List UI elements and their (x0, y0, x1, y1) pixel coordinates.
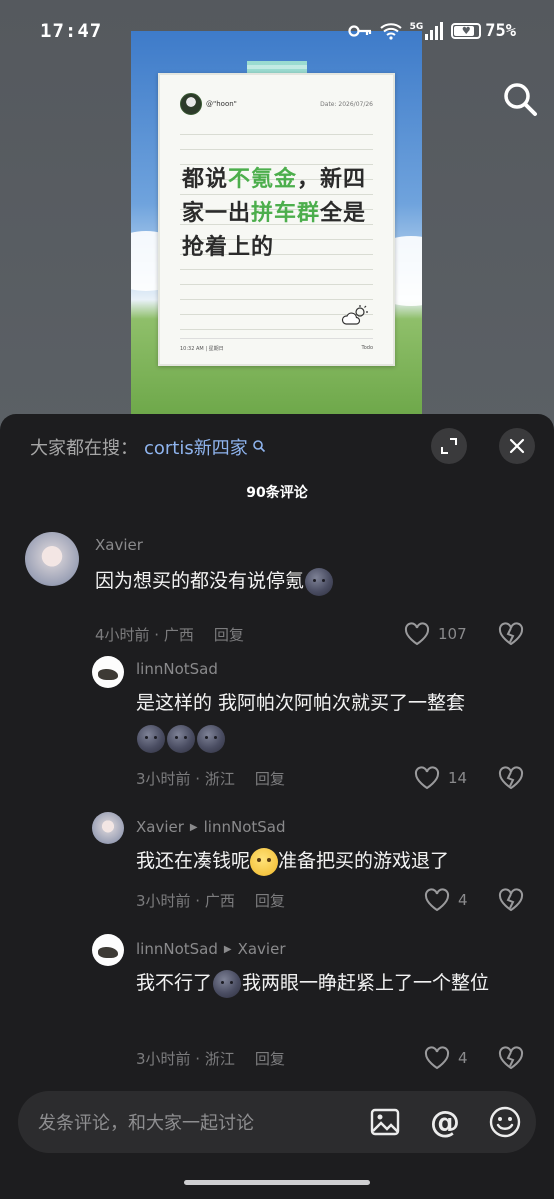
comment-author[interactable]: Xavier (95, 536, 143, 554)
crying-emoji-icon (250, 847, 279, 876)
avatar[interactable] (92, 812, 124, 844)
like-count: 4 (458, 891, 468, 909)
comment-input[interactable]: 发条评论，和大家一起讨论 (38, 1109, 342, 1135)
note-footer-left: 10:32 AM | 星期日 (180, 346, 224, 352)
note-text-part: 都说 (182, 167, 229, 192)
heart-icon (424, 1046, 450, 1070)
note-avatar (180, 93, 202, 115)
reply-button[interactable]: 回复 (214, 624, 244, 645)
comment-item: Xavier 因为想买的都没有说停氪 4小时前 · 广西 回复 107 (0, 528, 554, 646)
comment-time-location: 3小时前 · 广西 (136, 892, 235, 910)
expand-button[interactable] (431, 428, 467, 464)
broken-heart-icon (498, 766, 524, 790)
avatar[interactable] (92, 934, 124, 966)
avatar[interactable] (25, 532, 79, 586)
emoji-icon[interactable] (488, 1105, 522, 1139)
reply-button[interactable]: 回复 (255, 1048, 285, 1069)
reply-arrow-icon: ▶ (223, 943, 232, 955)
moon-emoji-icon (137, 724, 165, 753)
battery-icon: ♥ 75% (451, 21, 516, 41)
note-date: Date: 2026/07/26 (320, 100, 373, 108)
battery-percent: 75% (485, 21, 516, 41)
status-bar: 17:47 5G ♥ 75% (0, 0, 554, 62)
note-username: @"hoon" (206, 100, 237, 108)
weather-icon (341, 305, 369, 332)
trending-search-term[interactable]: cortis新四家 (144, 434, 248, 460)
close-icon (509, 438, 525, 454)
comment-meta: 3小时前 · 广西 回复 (136, 890, 285, 911)
dislike-button[interactable] (498, 1046, 524, 1074)
dislike-button[interactable] (498, 766, 524, 794)
comment-item: Xavier ▶ linnNotSad 我还在凑钱呢 准备把买的游戏退了 3小时前… (0, 812, 554, 922)
broken-heart-icon (498, 622, 524, 646)
note-footer-right: Todo (361, 345, 374, 351)
reply-arrow-icon: ▶ (189, 821, 198, 833)
heart-icon (404, 622, 430, 646)
comment-text: 是这样的 我阿帕次阿帕次就买了一整套 (136, 686, 536, 756)
comment-author[interactable]: linnNotSad (136, 660, 218, 678)
avatar[interactable] (92, 656, 124, 688)
like-button[interactable]: 14 (414, 766, 467, 790)
dislike-button[interactable] (498, 888, 524, 916)
moon-emoji-icon (167, 724, 195, 753)
expand-icon (441, 438, 457, 454)
like-count: 14 (448, 769, 468, 787)
comment-count: 90条评论 (246, 485, 308, 501)
image-icon[interactable] (368, 1105, 402, 1139)
comment-meta: 3小时前 · 浙江 回复 (136, 1048, 285, 1069)
like-count: 4 (458, 1049, 468, 1067)
note-text: 都说不氪金，新四家一出拼车群全是抢着上的 (182, 163, 382, 265)
trending-search-label: 大家都在搜： (30, 438, 138, 459)
comment-text: 我不行了 我两眼一睁赶紧上了一个整位 (136, 966, 516, 1001)
small-search-icon (252, 437, 266, 458)
comment-text: 因为想买的都没有说停氪 (95, 564, 515, 599)
broken-heart-icon (498, 888, 524, 912)
moon-emoji-icon (305, 567, 334, 596)
moon-emoji-icon (197, 724, 225, 753)
comment-item: linnNotSad 是这样的 我阿帕次阿帕次就买了一整套 3小时前 · 浙江 … (0, 654, 554, 794)
comment-item: linnNotSad ▶ Xavier 我不行了 我两眼一睁赶紧上了一个整位 3小… (0, 934, 554, 1074)
like-button[interactable]: 4 (424, 1046, 468, 1070)
wifi-icon (379, 22, 402, 40)
moon-emoji-icon (213, 969, 242, 998)
comment-time-location: 4小时前 · 广西 (95, 626, 194, 644)
reply-button[interactable]: 回复 (255, 768, 285, 789)
broken-heart-icon (498, 1046, 524, 1070)
mention-icon[interactable]: @ (428, 1105, 462, 1140)
like-button[interactable]: 107 (404, 622, 467, 646)
close-button[interactable] (499, 428, 535, 464)
heart-icon (414, 766, 440, 790)
note-card: @"hoon" Date: 2026/07/26 都说不氪金，新四家一出拼车群全… (158, 73, 395, 366)
comment-text: 我还在凑钱呢 准备把买的游戏退了 (136, 844, 536, 879)
comments-sheet: 大家都在搜： cortis新四家 90条评论 Xavier 因为想买的都没有说停… (0, 414, 554, 1199)
note-text-highlight: 拼车群 (251, 201, 321, 226)
comment-time-location: 3小时前 · 浙江 (136, 770, 235, 788)
home-indicator[interactable] (184, 1180, 370, 1185)
comment-meta: 4小时前 · 广西 回复 (95, 624, 244, 645)
like-button[interactable]: 4 (424, 888, 468, 912)
search-icon[interactable] (500, 80, 540, 120)
signal-icon: 5G (410, 22, 444, 40)
comment-author[interactable]: linnNotSad ▶ Xavier (136, 940, 286, 958)
comment-meta: 3小时前 · 浙江 回复 (136, 768, 285, 789)
network-label: 5G (409, 22, 424, 32)
comment-author[interactable]: Xavier ▶ linnNotSad (136, 818, 286, 836)
video-background[interactable]: @"hoon" Date: 2026/07/26 都说不氪金，新四家一出拼车群全… (0, 0, 554, 430)
status-time: 17:47 (40, 20, 103, 42)
note-text-highlight: 不氪金 (228, 167, 298, 192)
dislike-button[interactable] (498, 622, 524, 650)
status-icons: 5G ♥ 75% (348, 21, 516, 41)
comment-input-bar[interactable]: 发条评论，和大家一起讨论 @ (18, 1091, 536, 1153)
trending-search[interactable]: 大家都在搜： cortis新四家 (30, 434, 266, 460)
key-icon (348, 24, 372, 38)
comment-time-location: 3小时前 · 浙江 (136, 1050, 235, 1068)
like-count: 107 (438, 625, 467, 643)
reply-button[interactable]: 回复 (255, 890, 285, 911)
post-image[interactable]: @"hoon" Date: 2026/07/26 都说不氪金，新四家一出拼车群全… (131, 31, 422, 415)
heart-icon (424, 888, 450, 912)
